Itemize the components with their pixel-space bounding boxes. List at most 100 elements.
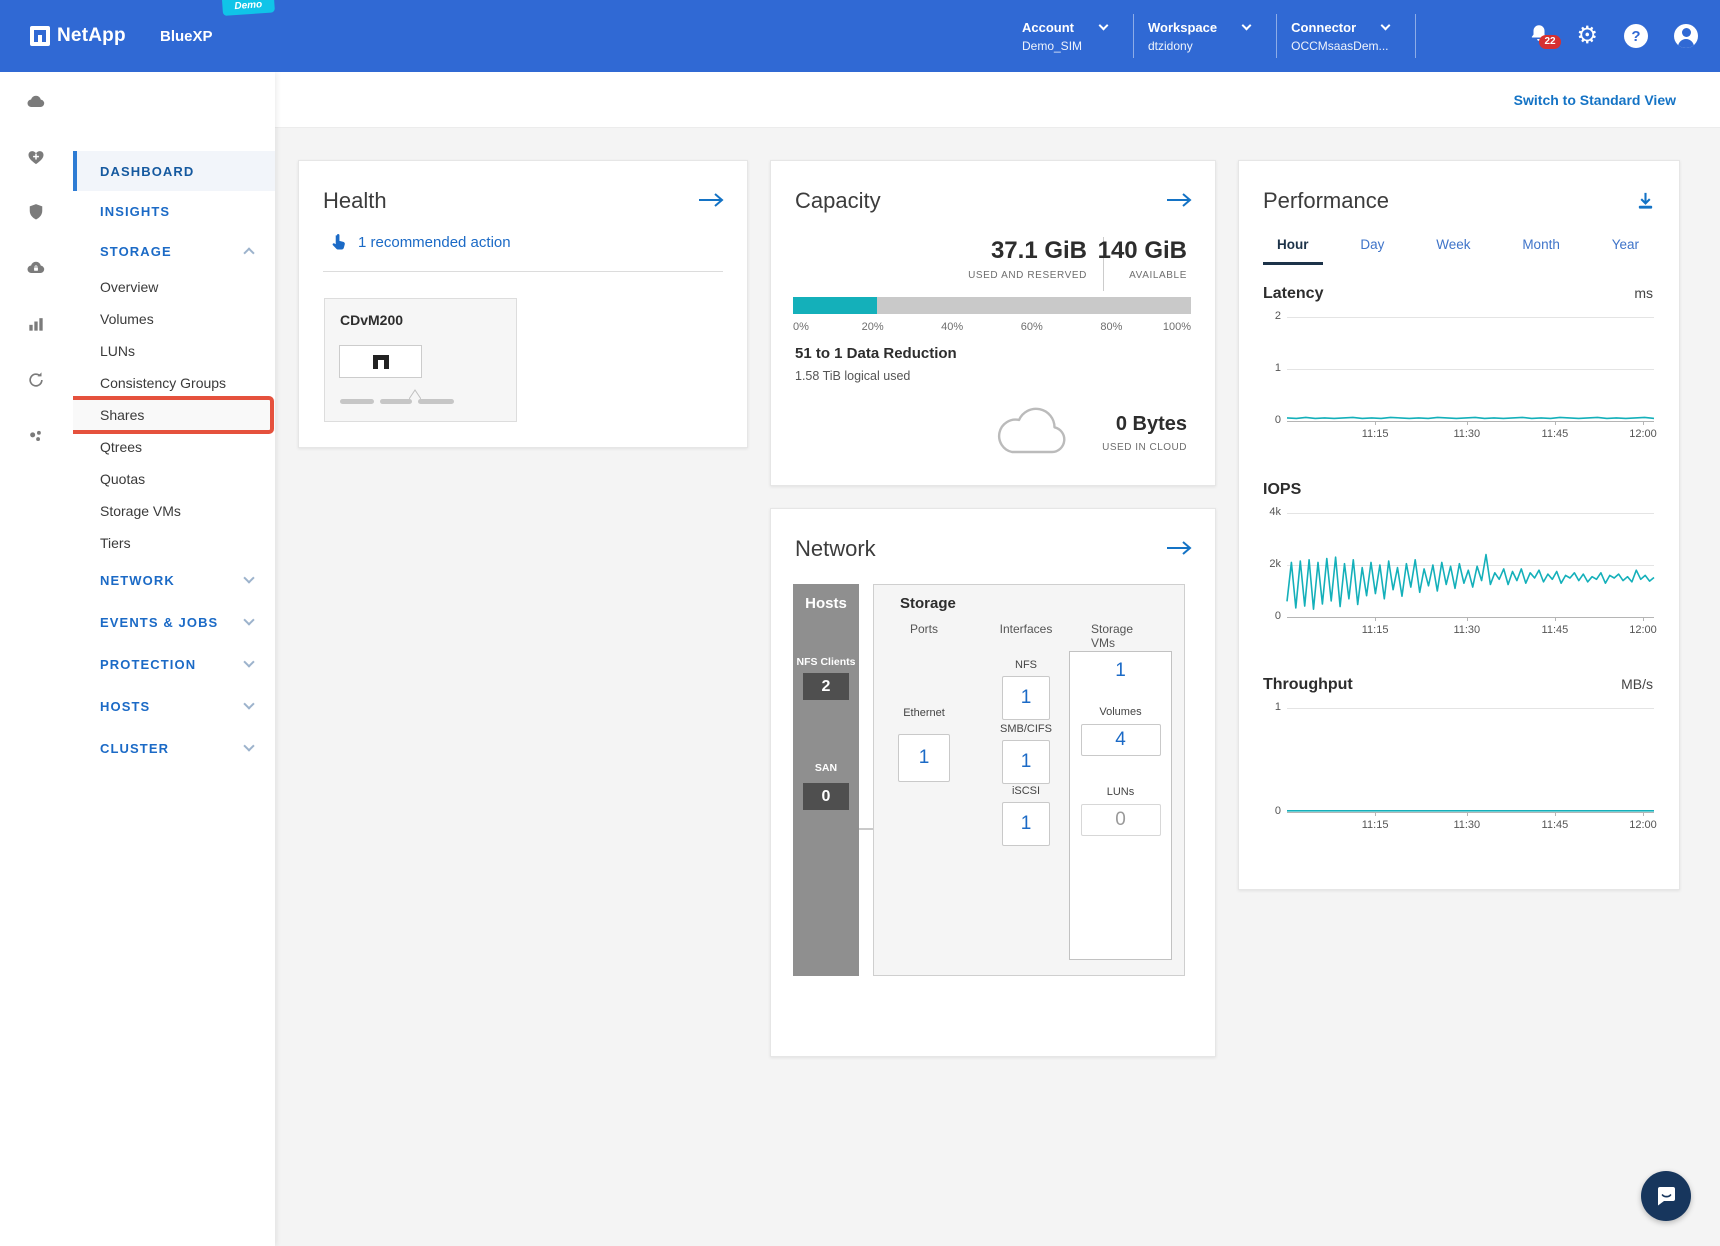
menu-label: Connector — [1291, 20, 1356, 35]
menu-connector[interactable]: ConnectorOCCMsaasDem... — [1277, 14, 1416, 58]
chevron-up-icon — [243, 247, 254, 258]
health-card-title: Health — [323, 188, 387, 214]
performance-card-title: Performance — [1263, 188, 1389, 214]
sidebar-item-storage-vms[interactable]: Storage VMs — [73, 495, 275, 527]
smb-cifs-box[interactable]: 1 — [1002, 740, 1050, 784]
x-tick-label: 12:00 — [1615, 428, 1671, 440]
sync-icon[interactable] — [26, 370, 46, 390]
pointer-hand-icon — [329, 233, 348, 252]
sidebar-item-protection[interactable]: PROTECTION — [73, 643, 275, 685]
sidebar-item-insights[interactable]: INSIGHTS — [73, 191, 275, 231]
scale-tick: 80% — [1100, 321, 1122, 333]
system-name: CDvM200 — [340, 312, 403, 328]
header-menus: AccountDemo_SIMWorkspacedtzidonyConnecto… — [1008, 0, 1416, 72]
scale-tick: 0% — [793, 321, 809, 333]
sidebar-item-quotas[interactable]: Quotas — [73, 463, 275, 495]
chevron-down-icon — [1381, 21, 1391, 31]
y-tick-label: 1 — [1261, 701, 1281, 713]
ethernet-box[interactable]: 1 — [898, 734, 950, 782]
sidebar-item-label: EVENTS & JOBS — [100, 615, 218, 630]
health-arrow-link[interactable] — [697, 192, 725, 213]
sidebar-item-label: Qtrees — [100, 439, 142, 455]
tab-week[interactable]: Week — [1422, 231, 1484, 265]
throughput-unit: MB/s — [1621, 676, 1653, 692]
latency-section: Latency ms 21011:1511:3011:4512:00 — [1263, 285, 1653, 421]
sidebar-item-cluster[interactable]: CLUSTER — [73, 727, 275, 769]
chart-line — [1287, 317, 1654, 421]
download-icon[interactable] — [1636, 191, 1655, 215]
header-icons: 22 ⚙ ? — [1528, 0, 1698, 72]
sidebar-item-consistency-groups[interactable]: Consistency Groups — [73, 367, 275, 399]
sidebar-item-label: DASHBOARD — [100, 164, 194, 179]
sidebar-nav: DASHBOARD INSIGHTSSTORAGEOverviewVolumesL… — [73, 151, 275, 769]
iscsi-box[interactable]: 1 — [1002, 802, 1050, 846]
x-tick — [1643, 812, 1644, 816]
sidebar-item-shares[interactable]: Shares — [73, 399, 275, 431]
chat-button[interactable] — [1641, 1171, 1691, 1221]
tab-month[interactable]: Month — [1508, 231, 1574, 265]
settings-gear-icon[interactable]: ⚙ — [1576, 24, 1598, 48]
shield-icon[interactable] — [26, 202, 46, 222]
menu-workspace[interactable]: Workspacedtzidony — [1134, 14, 1277, 58]
x-tick — [1375, 812, 1376, 816]
gridline — [1287, 421, 1654, 422]
x-tick-label: 11:30 — [1439, 819, 1495, 831]
tab-day[interactable]: Day — [1346, 231, 1398, 265]
capacity-arrow-link[interactable] — [1165, 192, 1193, 213]
capacity-card: Capacity 37.1 GiB USED AND RESERVED 140 … — [770, 160, 1216, 486]
extensions-dots-icon[interactable] — [26, 427, 46, 447]
sidebar-item-luns[interactable]: LUNs — [73, 335, 275, 367]
sidebar-item-overview[interactable]: Overview — [73, 271, 275, 303]
storage-panel-title: Storage — [900, 595, 956, 612]
available-value: 140 GiB — [1098, 239, 1187, 263]
help-icon[interactable]: ? — [1624, 24, 1648, 48]
sidebar-item-network[interactable]: NETWORK — [73, 559, 275, 601]
notifications-button[interactable]: 22 — [1528, 22, 1550, 51]
scale-tick: 100% — [1163, 321, 1191, 333]
x-tick — [1467, 812, 1468, 816]
sidebar-item-volumes[interactable]: Volumes — [73, 303, 275, 335]
sidebar-item-label: Tiers — [100, 535, 131, 551]
user-avatar-icon[interactable] — [1674, 24, 1698, 48]
sidebar-item-label: Storage VMs — [100, 503, 181, 519]
nfs-box[interactable]: 1 — [1002, 676, 1050, 720]
latency-unit: ms — [1634, 285, 1653, 301]
performance-tabs: Hour Day Week Month Year — [1263, 231, 1653, 265]
highlight-ring — [67, 396, 274, 434]
sidebar-item-dashboard[interactable]: DASHBOARD — [73, 151, 275, 191]
recommended-action-link[interactable]: 1 recommended action — [329, 233, 511, 252]
chart-line — [1287, 708, 1654, 812]
sidebar-item-tiers[interactable]: Tiers — [73, 527, 275, 559]
x-tick — [1375, 617, 1376, 621]
network-arrow-link[interactable] — [1165, 540, 1193, 561]
sidebar-item-storage[interactable]: STORAGE — [73, 231, 275, 271]
volumes-box[interactable]: 4 — [1081, 724, 1161, 756]
tab-year[interactable]: Year — [1598, 231, 1653, 265]
nfs-clients-label: NFS Clients — [793, 656, 859, 668]
x-tick-label: 11:15 — [1347, 819, 1403, 831]
menu-account[interactable]: AccountDemo_SIM — [1008, 14, 1134, 58]
cloud-lock-icon[interactable] — [26, 258, 46, 278]
x-tick — [1467, 421, 1468, 425]
luns-box[interactable]: 0 — [1081, 804, 1161, 836]
x-tick — [1555, 617, 1556, 621]
sidebar: DASHBOARD INSIGHTSSTORAGEOverviewVolumesL… — [73, 72, 275, 1246]
demo-badge: Demo — [222, 0, 275, 16]
sidebar-item-events-jobs[interactable]: EVENTS & JOBS — [73, 601, 275, 643]
sidebar-item-hosts[interactable]: HOSTS — [73, 685, 275, 727]
bar-chart-icon[interactable] — [26, 314, 46, 334]
brand-company: NetApp — [57, 25, 126, 47]
switch-view-link[interactable]: Switch to Standard View — [1514, 92, 1676, 108]
y-tick-label: 4k — [1261, 506, 1281, 518]
arrow-right-icon — [1165, 540, 1193, 556]
health-heart-icon[interactable] — [26, 147, 46, 167]
used-label: USED AND RESERVED — [968, 270, 1087, 281]
cloud-label: USED IN CLOUD — [1102, 442, 1187, 453]
x-tick-label: 11:45 — [1527, 819, 1583, 831]
tab-hour[interactable]: Hour — [1263, 231, 1323, 265]
sidebar-item-qtrees[interactable]: Qtrees — [73, 431, 275, 463]
cloud-icon[interactable] — [26, 92, 46, 112]
system-tile[interactable]: CDvM200 — [324, 298, 517, 422]
chevron-down-icon — [243, 572, 254, 583]
storage-vms-value[interactable]: 1 — [1070, 660, 1171, 682]
